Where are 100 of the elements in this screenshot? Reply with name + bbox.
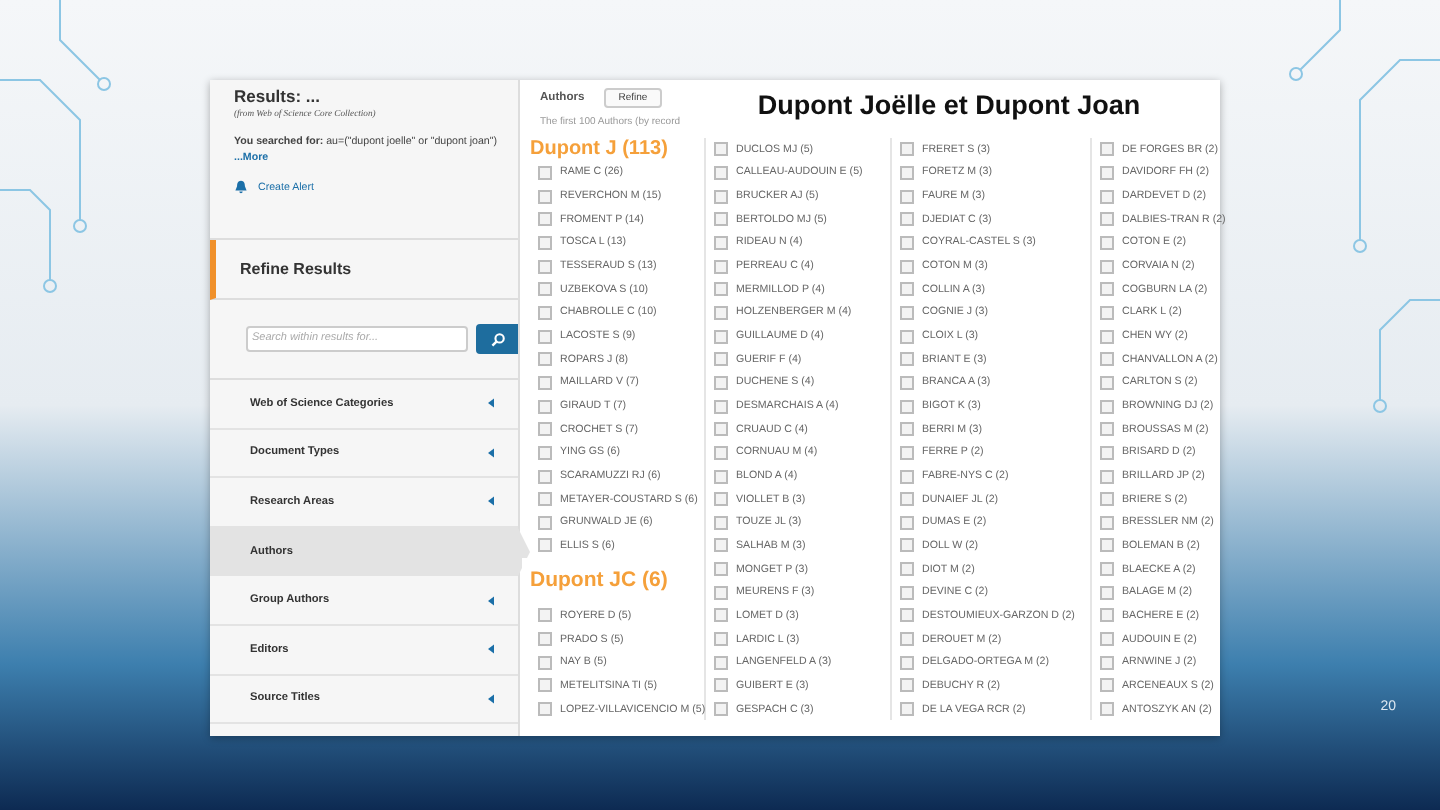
checkbox[interactable] [538,702,552,717]
checkbox[interactable] [900,189,914,204]
checkbox[interactable] [1100,445,1114,460]
checkbox[interactable] [538,305,552,320]
checkbox[interactable] [1100,585,1114,600]
checkbox[interactable] [900,702,914,717]
checkbox[interactable] [714,702,728,717]
checkbox[interactable] [538,399,552,414]
checkbox[interactable] [1100,515,1114,530]
checkbox[interactable] [900,212,914,227]
checkbox[interactable] [538,492,552,507]
checkbox[interactable] [1100,492,1114,507]
checkbox[interactable] [538,632,552,647]
checkbox[interactable] [538,678,552,693]
checkbox[interactable] [900,632,914,647]
checkbox[interactable] [900,399,914,414]
checkbox[interactable] [538,189,552,204]
checkbox[interactable] [1100,329,1114,344]
checkbox[interactable] [714,655,728,670]
checkbox[interactable] [900,329,914,344]
checkbox[interactable] [714,235,728,250]
checkbox[interactable] [1100,235,1114,250]
checkbox[interactable] [538,212,552,227]
checkbox[interactable] [1100,212,1114,227]
checkbox[interactable] [714,538,728,553]
checkbox[interactable] [714,678,728,693]
checkbox[interactable] [714,189,728,204]
checkbox[interactable] [714,142,728,157]
checkbox[interactable] [714,492,728,507]
checkbox[interactable] [1100,375,1114,390]
checkbox[interactable] [1100,352,1114,367]
checkbox[interactable] [1100,702,1114,717]
checkbox[interactable] [900,445,914,460]
checkbox[interactable] [1100,399,1114,414]
checkbox[interactable] [538,538,552,553]
checkbox[interactable] [900,538,914,553]
caret-icon [488,447,494,458]
checkbox[interactable] [1100,632,1114,647]
checkbox[interactable] [714,585,728,600]
checkbox[interactable] [714,352,728,367]
checkbox[interactable] [1100,562,1114,577]
checkbox[interactable] [714,375,728,390]
checkbox[interactable] [900,515,914,530]
checkbox[interactable] [538,422,552,437]
search-button[interactable] [476,324,518,354]
checkbox[interactable] [1100,142,1114,157]
checkbox[interactable] [1100,282,1114,297]
checkbox[interactable] [714,212,728,227]
checkbox[interactable] [900,469,914,484]
checkbox[interactable] [538,375,552,390]
checkbox[interactable] [538,469,552,484]
checkbox[interactable] [714,422,728,437]
checkbox[interactable] [538,445,552,460]
checkbox[interactable] [900,352,914,367]
checkbox[interactable] [538,165,552,180]
checkbox[interactable] [1100,189,1114,204]
checkbox[interactable] [714,329,728,344]
checkbox[interactable] [900,165,914,180]
checkbox[interactable] [714,305,728,320]
checkbox[interactable] [538,608,552,623]
checkbox[interactable] [714,445,728,460]
checkbox[interactable] [714,469,728,484]
checkbox[interactable] [1100,678,1114,693]
checkbox[interactable] [714,515,728,530]
checkbox[interactable] [900,608,914,623]
checkbox[interactable] [714,259,728,274]
checkbox[interactable] [1100,608,1114,623]
checkbox[interactable] [1100,538,1114,553]
checkbox[interactable] [714,165,728,180]
checkbox[interactable] [1100,259,1114,274]
checkbox[interactable] [714,399,728,414]
checkbox[interactable] [900,235,914,250]
checkbox[interactable] [538,352,552,367]
checkbox[interactable] [900,585,914,600]
checkbox[interactable] [538,282,552,297]
checkbox[interactable] [714,282,728,297]
checkbox[interactable] [900,562,914,577]
checkbox[interactable] [900,422,914,437]
checkbox[interactable] [900,492,914,507]
checkbox[interactable] [538,235,552,250]
checkbox[interactable] [1100,305,1114,320]
checkbox[interactable] [900,142,914,157]
checkbox[interactable] [714,562,728,577]
checkbox[interactable] [538,259,552,274]
checkbox[interactable] [900,282,914,297]
checkbox[interactable] [714,632,728,647]
bell-icon [234,180,248,195]
checkbox[interactable] [1100,469,1114,484]
checkbox[interactable] [538,329,552,344]
checkbox[interactable] [1100,655,1114,670]
checkbox[interactable] [900,259,914,274]
checkbox[interactable] [900,655,914,670]
checkbox[interactable] [538,655,552,670]
checkbox[interactable] [1100,165,1114,180]
checkbox[interactable] [900,305,914,320]
checkbox[interactable] [900,375,914,390]
checkbox[interactable] [714,608,728,623]
checkbox[interactable] [1100,422,1114,437]
checkbox[interactable] [538,515,552,530]
checkbox[interactable] [900,678,914,693]
